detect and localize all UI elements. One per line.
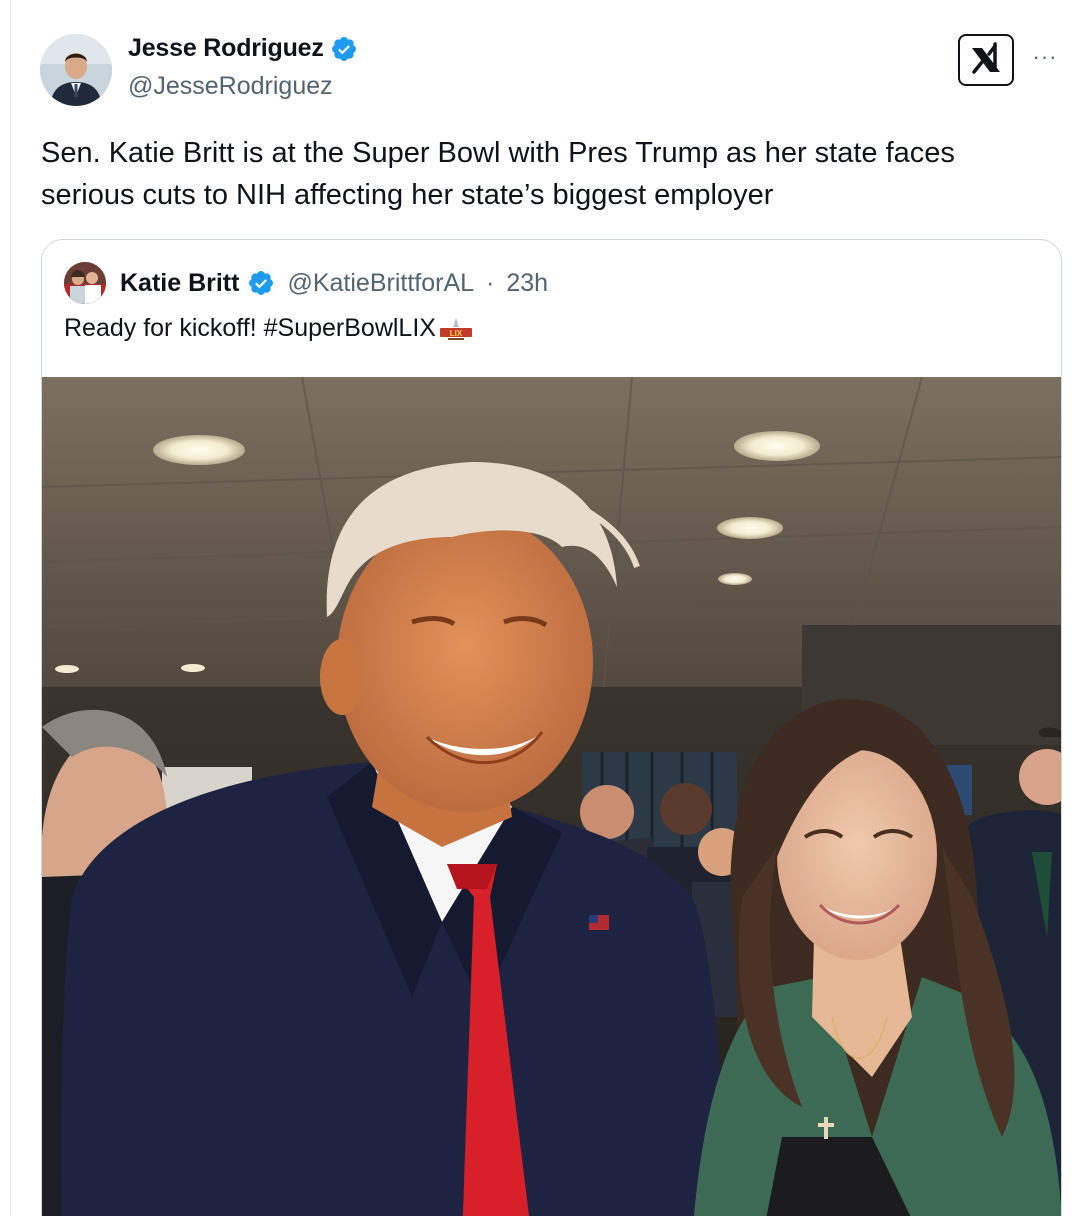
quote-text: Ready for kickoff! #SuperBowlLIX [64,314,436,342]
verified-badge-icon[interactable] [330,35,358,63]
photo-of-two-people-at-event [42,377,1061,1216]
quote-author-avatar[interactable] [64,262,106,304]
svg-text:LIX: LIX [450,329,463,338]
tweet-text: Sen. Katie Britt is at the Super Bowl wi… [41,137,955,211]
author-name[interactable]: Jesse Rodriguez [128,34,324,63]
grok-icon [968,41,1004,80]
quote-timestamp[interactable]: 23h [506,269,548,298]
quoted-tweet[interactable]: Katie Britt @KatieBrittforAL · 23h Ready… [41,239,1062,1216]
author-name-row[interactable]: Jesse Rodriguez [128,34,358,63]
author-handle[interactable]: @JesseRodriguez [128,72,333,101]
author-avatar[interactable] [40,34,112,106]
more-options-button[interactable]: ··· [1028,40,1062,74]
quote-text-row: Ready for kickoff! #SuperBowlLIX LIX [64,314,474,343]
tweet[interactable]: Jesse Rodriguez @JesseRodriguez ··· Sen.… [0,0,1072,1216]
tweet-photo[interactable] [42,377,1061,1216]
verified-badge-icon[interactable] [247,269,275,297]
quote-author-name[interactable]: Katie Britt [120,269,239,298]
grok-button[interactable] [958,34,1014,86]
quote-header: Katie Britt @KatieBrittforAL · 23h [64,262,548,304]
quote-separator: · [486,268,495,297]
quote-author-handle[interactable]: @KatieBrittforAL [287,269,474,298]
super-bowl-lix-logo-icon: LIX [438,316,474,342]
